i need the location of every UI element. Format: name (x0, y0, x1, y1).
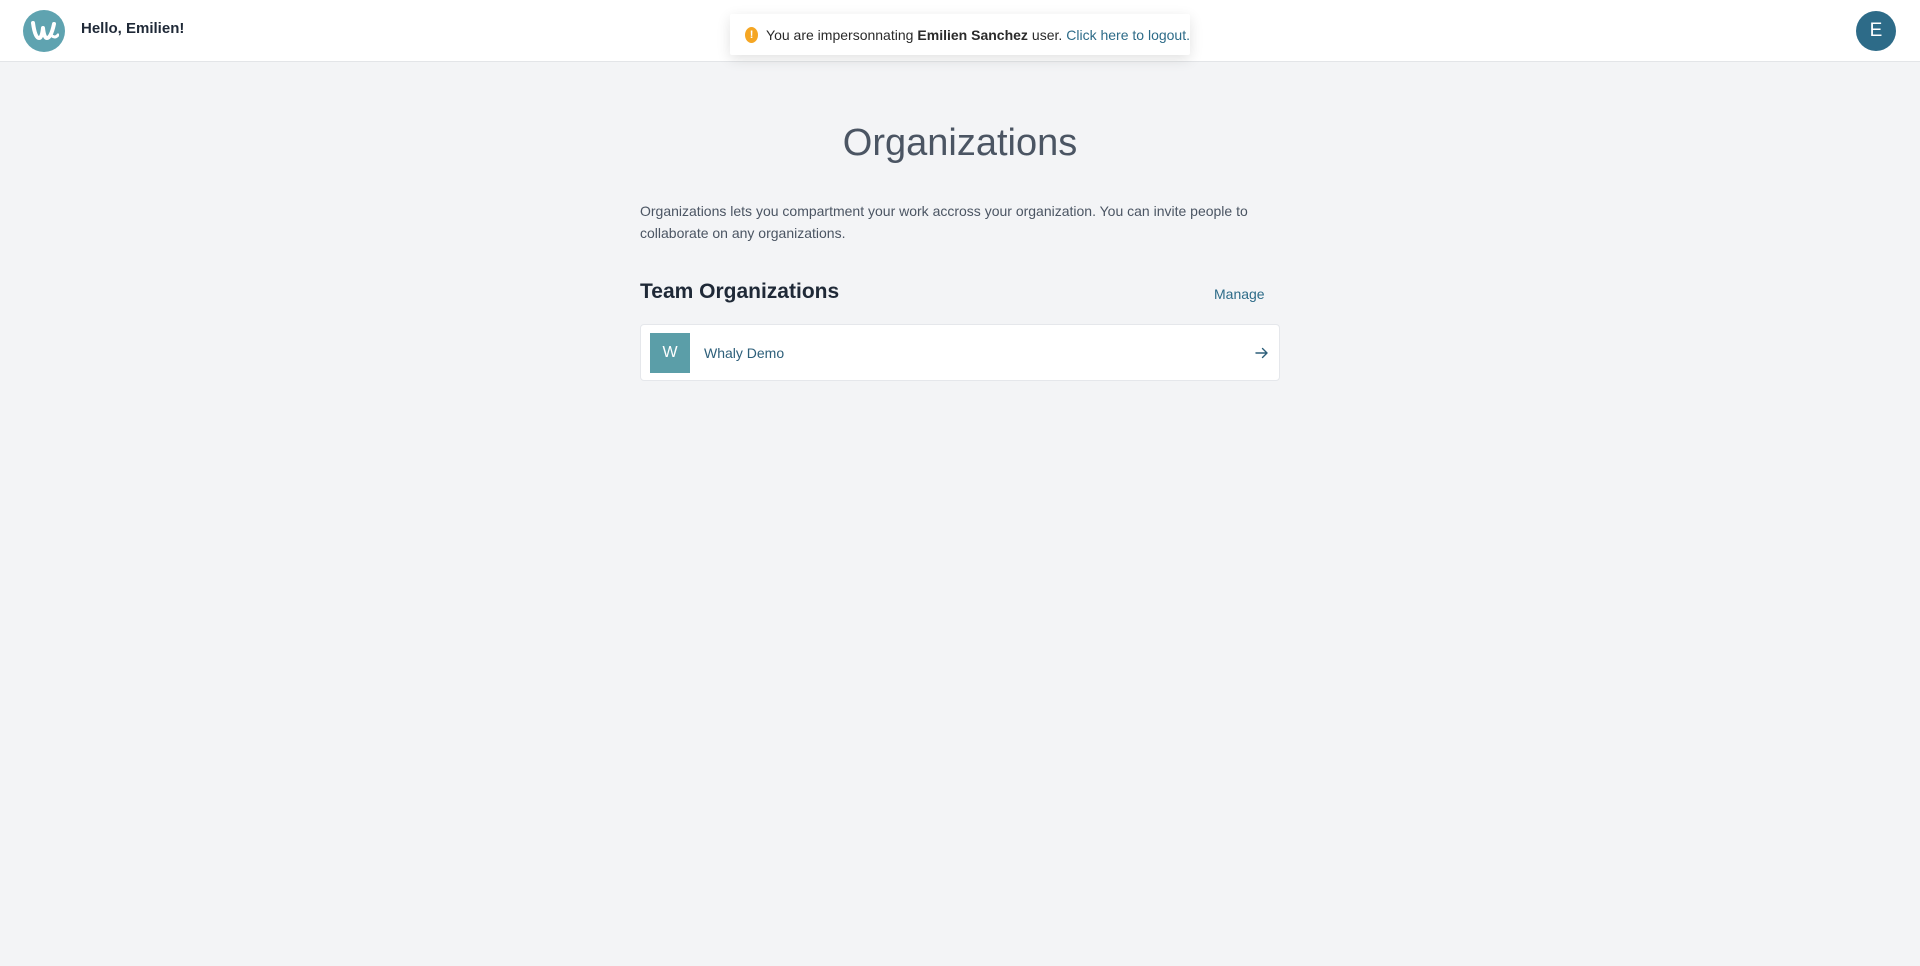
page-title: Organizations (842, 122, 1078, 164)
team-organizations-heading: Team Organizations (640, 280, 840, 303)
organization-card[interactable]: W Whaly Demo (640, 324, 1280, 381)
impersonation-banner: ! You are impersonnating Emilien Sanchez… (730, 14, 1190, 55)
arrow-right-icon (1255, 347, 1268, 358)
page-description: Organizations lets you compartment your … (640, 203, 1248, 241)
logout-link[interactable]: Click here to logout. (1066, 27, 1190, 43)
manage-link[interactable]: Manage (1214, 286, 1265, 302)
impersonated-user: Emilien Sanchez (917, 26, 1028, 43)
organization-initial: W (650, 332, 690, 373)
top-bar: Hello, Emilien! ! You are impersonnating… (0, 0, 1920, 62)
user-avatar[interactable]: E (1856, 11, 1896, 51)
warning-icon: ! (745, 26, 759, 43)
whaly-logo-icon (31, 21, 59, 40)
organization-name: Whaly Demo (704, 344, 785, 361)
banner-prefix: You are impersonnating (766, 26, 914, 43)
logo[interactable] (23, 10, 65, 52)
banner-suffix: user. (1031, 26, 1063, 43)
greeting: Hello, Emilien! (81, 20, 185, 37)
